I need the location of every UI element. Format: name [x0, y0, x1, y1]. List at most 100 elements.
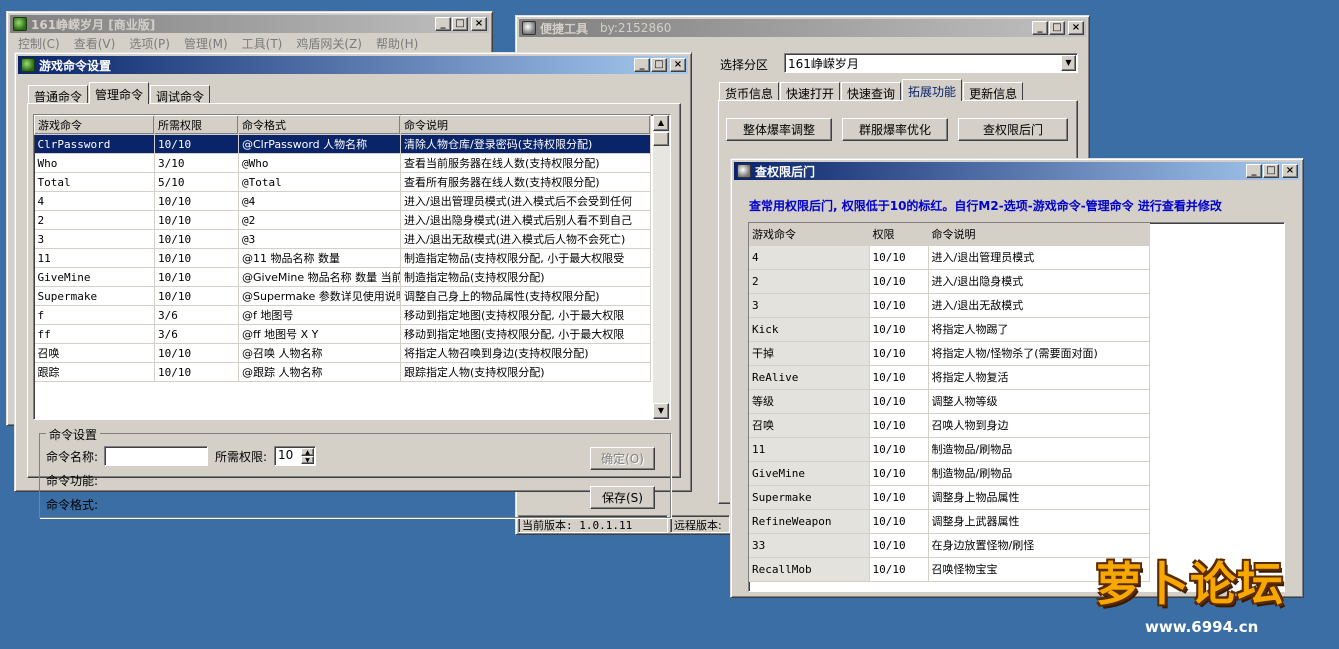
tab-quick-open[interactable]: 快速打开 [780, 82, 841, 101]
scroll-down-icon[interactable]: ▼ [653, 403, 669, 419]
maximize-icon[interactable]: □ [1049, 21, 1065, 35]
overall-drop-rate-button[interactable]: 整体爆率调整 [726, 118, 832, 141]
col-header-permission[interactable]: 所需权限 [154, 115, 239, 135]
command-list-scrollbar[interactable]: ▲ ▼ [653, 115, 670, 419]
save-button[interactable]: 保存(S) [590, 486, 655, 509]
check-backdoor-button[interactable]: 查权限后门 [958, 118, 1068, 141]
table-row[interactable]: 11 10/10 @11 物品名称 数量 制造指定物品(支持权限分配, 小于最大权限受 [34, 248, 651, 268]
table-row[interactable]: 2 10/10 @2 进入/退出隐身模式(进入模式后别人看不到自己 [34, 210, 651, 230]
col-header-command[interactable]: 游戏命令 [749, 223, 870, 246]
table-row[interactable]: ReAlive 10/10 将指定人物复活 [749, 365, 1150, 390]
scroll-thumb[interactable] [653, 132, 669, 146]
tab-quick-query[interactable]: 快速查询 [841, 82, 902, 101]
maximize-icon[interactable]: □ [651, 58, 667, 72]
menu-options[interactable]: 选项(P) [122, 35, 177, 52]
menu-view[interactable]: 查看(V) [67, 35, 123, 52]
table-row[interactable]: Supermake 10/10 调整身上物品属性 [749, 485, 1150, 510]
menu-control[interactable]: 控制(C) [11, 35, 67, 52]
table-row[interactable]: GiveMine 10/10 @GiveMine 物品名称 数量 当前 制造指定物品(… [34, 267, 651, 287]
minimize-icon[interactable]: _ [634, 58, 650, 72]
close-icon[interactable]: × [1068, 21, 1084, 35]
cell-command: RefineWeapon [749, 509, 870, 534]
close-icon[interactable]: × [670, 58, 686, 72]
table-row[interactable]: 4 10/10 @4 进入/退出管理员模式(进入模式后不会受到任何 [34, 191, 651, 211]
minimize-icon[interactable]: _ [435, 17, 451, 31]
backdoor-list[interactable]: 游戏命令 权限 命令说明 4 10/10 进入/退出管理员模式 2 10/10 进入/退出… [748, 222, 1285, 592]
table-row[interactable]: 等级 10/10 调整人物等级 [749, 389, 1150, 414]
tool-window-titlebar[interactable]: 便捷工具 by:2152860 _ □ × [519, 19, 1086, 37]
table-row[interactable]: ClrPassword 10/10 @ClrPassword 人物名称 清除人物仓库/… [34, 134, 651, 154]
tab-admin-commands[interactable]: 管理命令 [89, 82, 150, 104]
table-row[interactable]: 干掉 10/10 将指定人物/怪物杀了(需要面对面) [749, 341, 1150, 366]
col-header-permission[interactable]: 权限 [869, 223, 929, 246]
cell-description: 移动到指定地图(支持权限分配, 小于最大权限 [400, 324, 651, 344]
table-row[interactable]: RecallMob 10/10 召唤怪物宝宝 [749, 557, 1150, 582]
cell-permission: 10/10 [154, 267, 239, 287]
scroll-up-icon[interactable]: ▲ [653, 115, 669, 131]
command-name-label: 命令名称: [46, 450, 99, 464]
chevron-down-icon[interactable]: ▼ [301, 456, 314, 464]
close-icon[interactable]: × [471, 17, 487, 31]
menu-help[interactable]: 帮助(H) [369, 35, 425, 52]
cell-permission: 10/10 [154, 286, 239, 306]
status-remote-version: 远程版本: [670, 515, 730, 533]
zone-select-value: 161峥嵘岁月 [788, 57, 859, 71]
watermark-url: www.6994.cn [1145, 618, 1259, 636]
table-row[interactable]: Total 5/10 @Total 查看所有服务器在线人数(支持权限分配) [34, 172, 651, 192]
maximize-icon[interactable]: □ [452, 17, 468, 31]
table-row[interactable]: f 3/6 @f 地图号 移动到指定地图(支持权限分配, 小于最大权限 [34, 305, 651, 325]
col-header-description[interactable]: 命令说明 [400, 115, 651, 135]
table-row[interactable]: 3 10/10 进入/退出无敌模式 [749, 293, 1150, 318]
group-drop-rate-button[interactable]: 群服爆率优化 [842, 118, 948, 141]
table-row[interactable]: 2 10/10 进入/退出隐身模式 [749, 269, 1150, 294]
ok-button[interactable]: 确定(O) [590, 447, 655, 470]
col-header-format[interactable]: 命令格式 [238, 115, 401, 135]
table-row[interactable]: ff 3/6 @ff 地图号 X Y 移动到指定地图(支持权限分配, 小于最大权限 [34, 324, 651, 344]
table-row[interactable]: 33 10/10 在身边放置怪物/刷怪 [749, 533, 1150, 558]
cell-command: Who [34, 153, 155, 173]
table-row[interactable]: 3 10/10 @3 进入/退出无敌模式(进入模式后人物不会死亡) [34, 229, 651, 249]
table-row[interactable]: 召唤 10/10 召唤人物到身边 [749, 413, 1150, 438]
close-icon[interactable]: × [1282, 164, 1298, 178]
maximize-icon[interactable]: □ [1263, 164, 1279, 178]
cell-permission: 3/6 [154, 305, 239, 325]
minimize-icon[interactable]: _ [1246, 164, 1262, 178]
cell-permission: 10/10 [154, 229, 239, 249]
col-header-description[interactable]: 命令说明 [928, 223, 1150, 246]
table-row[interactable]: RefineWeapon 10/10 调整身上武器属性 [749, 509, 1150, 534]
command-list[interactable]: 游戏命令 所需权限 命令格式 命令说明 ClrPassword 10/10 @Clr… [33, 114, 671, 420]
tab-currency[interactable]: 货币信息 [719, 82, 780, 101]
menu-manage[interactable]: 管理(M) [177, 35, 235, 52]
chevron-up-icon[interactable]: ▲ [301, 448, 314, 456]
cell-permission: 10/10 [869, 557, 929, 582]
cell-command: 3 [34, 229, 155, 249]
menu-tools[interactable]: 工具(T) [235, 35, 290, 52]
col-header-command[interactable]: 游戏命令 [34, 115, 155, 135]
table-row[interactable]: Supermake 10/10 @Supermake 参数详见使用说明 调整自己身上的… [34, 286, 651, 306]
command-settings-titlebar[interactable]: 游戏命令设置 _ □ × [18, 56, 688, 74]
table-row[interactable]: 4 10/10 进入/退出管理员模式 [749, 245, 1150, 270]
minimize-icon[interactable]: _ [1032, 21, 1048, 35]
zone-select[interactable]: 161峥嵘岁月 ▼ [784, 53, 1078, 73]
tab-extend[interactable]: 拓展功能 [902, 79, 963, 101]
permission-stepper[interactable]: 10 ▲ ▼ [274, 446, 316, 466]
main-window-titlebar[interactable]: 161峥嵘岁月 [商业版] _ □ × [10, 15, 489, 33]
tab-update[interactable]: 更新信息 [963, 82, 1024, 101]
chevron-down-icon[interactable]: ▼ [1061, 55, 1076, 71]
menu-gateway[interactable]: 鸡盾网关(Z) [289, 35, 369, 52]
cell-permission: 10/10 [869, 245, 929, 270]
tab-normal-commands[interactable]: 普通命令 [28, 85, 89, 104]
table-row[interactable]: Who 3/10 @Who 查看当前服务器在线人数(支持权限分配) [34, 153, 651, 173]
cell-format: @f 地图号 [238, 305, 401, 325]
table-row[interactable]: GiveMine 10/10 制造物品/刷物品 [749, 461, 1150, 486]
cell-format: @2 [238, 210, 401, 230]
table-row[interactable]: 11 10/10 制造物品/刷物品 [749, 437, 1150, 462]
table-row[interactable]: 跟踪 10/10 @跟踪 人物名称 跟踪指定人物(支持权限分配) [34, 362, 651, 382]
tab-debug-commands[interactable]: 调试命令 [150, 85, 211, 104]
cell-permission: 10/10 [869, 317, 929, 342]
group-title: 命令设置 [46, 426, 101, 443]
backdoor-window-titlebar[interactable]: 查权限后门 _ □ × [734, 162, 1300, 180]
command-name-input[interactable] [104, 446, 208, 466]
table-row[interactable]: 召唤 10/10 @召唤 人物名称 将指定人物召唤到身边(支持权限分配) [34, 343, 651, 363]
table-row[interactable]: Kick 10/10 将指定人物踢了 [749, 317, 1150, 342]
